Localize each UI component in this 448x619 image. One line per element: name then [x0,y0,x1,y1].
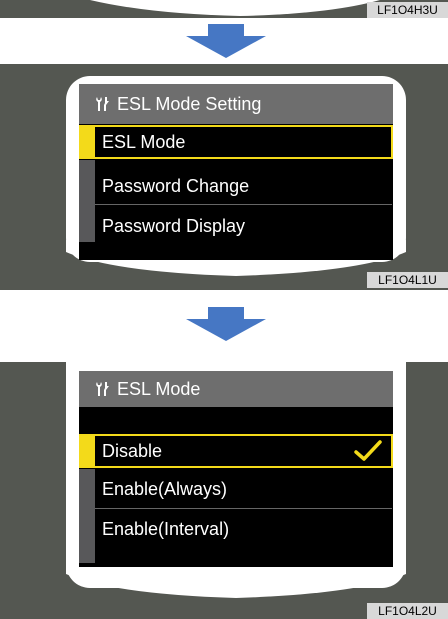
menu-divider [95,508,392,509]
panel-code: LF1O4H3U [367,2,448,18]
arrow-down-icon [186,307,266,341]
lcd-screen: ESL Mode Setting ESL Mode Password Chang… [79,84,393,260]
screen-title-bar: ESL Mode [79,371,393,407]
menu-item-password-display[interactable]: Password Display [95,209,392,243]
checkmark-icon [354,440,382,461]
menu-item-password-change[interactable]: Password Change [95,169,392,203]
menu-item-esl-mode[interactable]: ESL Mode [79,125,393,159]
screen-title: ESL Mode Setting [117,94,262,114]
wrench-icon [96,382,109,396]
panel-1: LF1O4H3U [0,0,448,18]
wrench-icon [96,97,109,111]
menu-item-enable-always[interactable]: Enable(Always) [95,472,392,506]
panel-3: ESL Mode Disable Enable(Always) Enable(I… [0,362,448,619]
arrow-down-icon [186,24,266,58]
panel-code: LF1O4L2U [367,603,448,619]
lcd-screen: ESL Mode Disable Enable(Always) Enable(I… [79,371,393,567]
menu-left-bar [79,160,95,242]
panel-code: LF1O4L1U [367,272,448,288]
menu-item-label: Disable [102,441,163,461]
menu-item-enable-interval[interactable]: Enable(Interval) [95,512,392,546]
screen-title-bar: ESL Mode Setting [79,84,393,124]
menu-item-disable[interactable]: Disable [79,434,393,468]
menu-divider [95,204,392,205]
menu-left-bar [79,469,95,563]
screen-title: ESL Mode [117,379,201,399]
panel-2: ESL Mode Setting ESL Mode Password Chang… [0,64,448,290]
